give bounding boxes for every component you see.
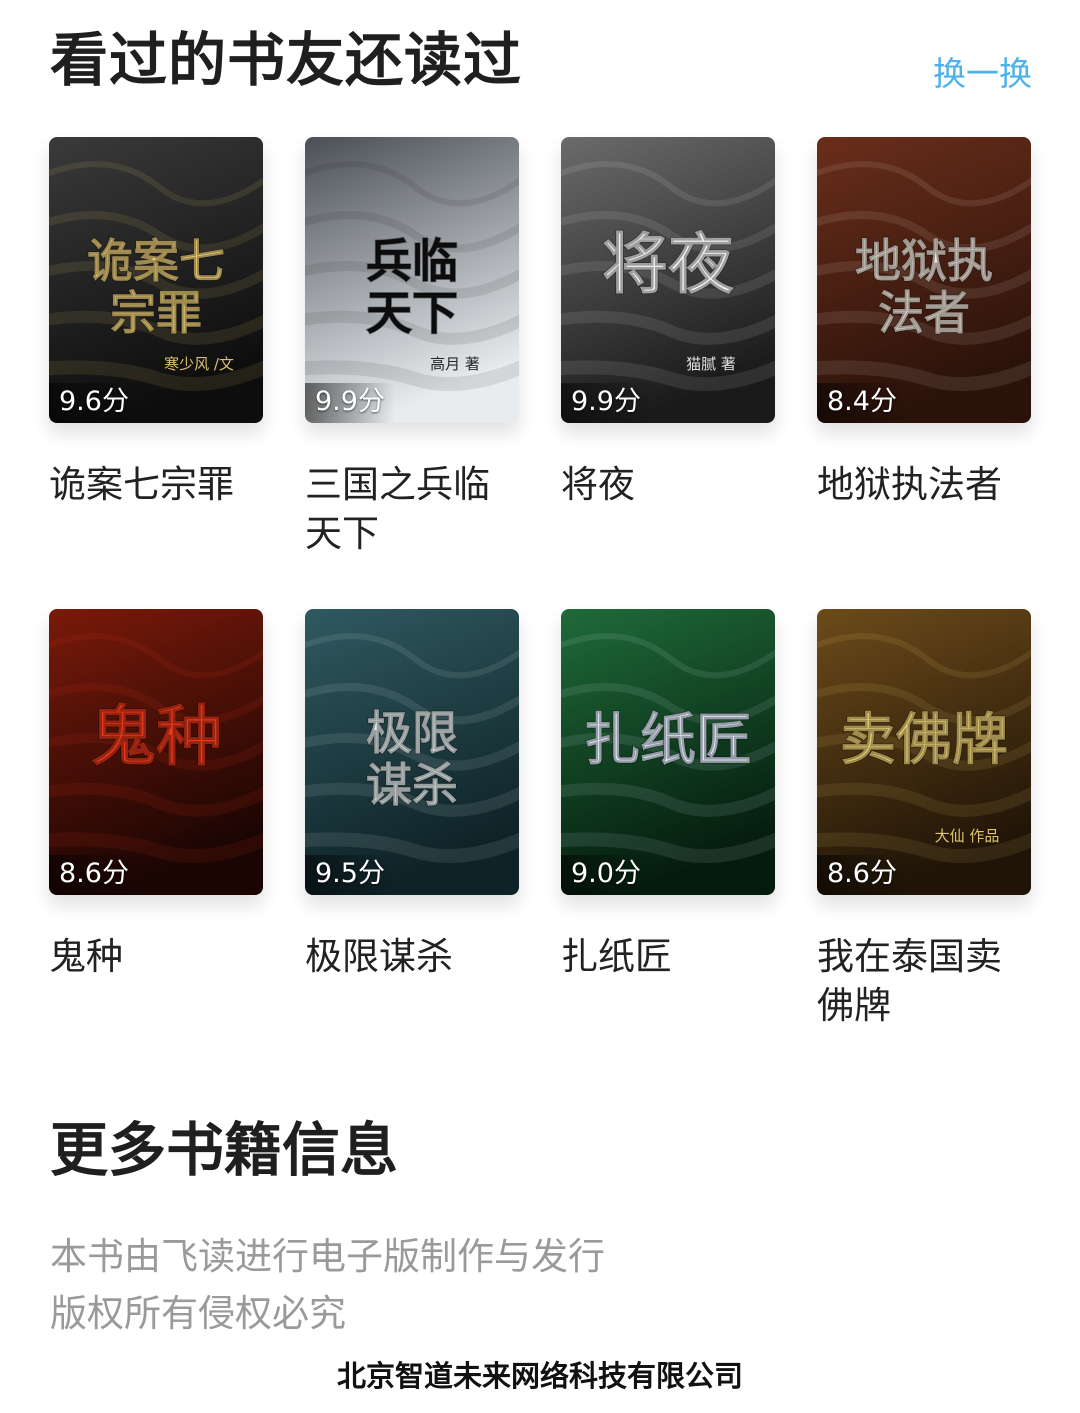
score-badge: 8.6分	[49, 855, 139, 895]
book-title[interactable]: 鬼种	[49, 932, 263, 981]
cover-author-text: 寒少风 /文	[164, 355, 234, 373]
cover-title-text: 将夜	[602, 225, 735, 303]
section-title: 看过的书友还读过	[50, 26, 523, 94]
book-item[interactable]: 扎纸匠 9.0分 扎纸匠	[561, 609, 775, 981]
cover-title-text: 卖佛牌	[840, 707, 1008, 773]
score-badge: 9.5分	[305, 855, 395, 895]
book-title[interactable]: 三国之兵临天下	[305, 460, 519, 558]
cover-title-text: 极限谋杀	[366, 706, 458, 812]
book-title[interactable]: 将夜	[561, 460, 775, 509]
score-badge: 9.9分	[305, 383, 395, 423]
company-name: 北京智道未来网络科技有限公司	[336, 1359, 743, 1393]
copyright-info: 版权所有侵权必究	[50, 1292, 346, 1335]
cover-title-text: 扎纸匠	[584, 707, 752, 773]
book-cover[interactable]: 卖佛牌 大仙 作品 8.6分	[817, 609, 1031, 895]
cover-author-text: 猫腻 著	[686, 355, 736, 373]
score-badge: 8.6分	[817, 855, 907, 895]
book-title[interactable]: 地狱执法者	[817, 460, 1031, 509]
score-badge: 9.0分	[561, 855, 651, 895]
book-cover[interactable]: 诡案七宗罪 寒少风 /文 9.6分	[49, 137, 263, 423]
book-cover-art: 地狱执法者	[817, 137, 1031, 423]
score-badge: 8.4分	[817, 383, 907, 423]
book-item[interactable]: 鬼种 8.6分 鬼种	[49, 609, 263, 981]
more-info-title: 更多书籍信息	[50, 1116, 399, 1184]
book-cover[interactable]: 将夜 猫腻 著 9.9分	[561, 137, 775, 423]
book-cover[interactable]: 地狱执法者 8.4分	[817, 137, 1031, 423]
book-item[interactable]: 将夜 猫腻 著 9.9分 将夜	[561, 137, 775, 509]
book-item[interactable]: 极限谋杀 9.5分 极限谋杀	[305, 609, 519, 981]
book-title[interactable]: 诡案七宗罪	[49, 460, 263, 509]
recommend-section-header: 看过的书友还读过 换一换	[50, 22, 1032, 102]
book-cover[interactable]: 兵临天下 高月 著 9.9分	[305, 137, 519, 423]
book-cover-art: 将夜猫腻 著	[561, 137, 775, 423]
book-cover-art: 极限谋杀	[305, 609, 519, 895]
book-title[interactable]: 极限谋杀	[305, 932, 519, 981]
cover-title-text: 鬼种	[90, 697, 222, 775]
book-title[interactable]: 扎纸匠	[561, 932, 775, 981]
cover-author-text: 大仙 作品	[935, 827, 1000, 845]
book-cover[interactable]: 鬼种 8.6分	[49, 609, 263, 895]
score-badge: 9.9分	[561, 383, 651, 423]
book-item[interactable]: 兵临天下 高月 著 9.9分 三国之兵临天下	[305, 137, 519, 558]
cover-author-text: 高月 著	[430, 355, 480, 373]
score-badge: 9.6分	[49, 383, 139, 423]
book-cover[interactable]: 扎纸匠 9.0分	[561, 609, 775, 895]
refresh-button[interactable]: 换一换	[933, 52, 1032, 96]
cover-title-text: 兵临天下	[366, 234, 458, 340]
book-cover-art: 卖佛牌大仙 作品	[817, 609, 1031, 895]
book-item[interactable]: 地狱执法者 8.4分 地狱执法者	[817, 137, 1031, 509]
book-cover[interactable]: 极限谋杀 9.5分	[305, 609, 519, 895]
book-cover-art: 鬼种	[49, 609, 263, 895]
book-title[interactable]: 我在泰国卖佛牌	[817, 932, 1031, 1030]
book-item[interactable]: 诡案七宗罪 寒少风 /文 9.6分诡案七宗罪	[49, 137, 263, 509]
book-cover-art: 扎纸匠	[561, 609, 775, 895]
book-cover-art: 诡案七宗罪寒少风 /文	[49, 137, 263, 423]
publisher-info: 本书由飞读进行电子版制作与发行	[50, 1235, 605, 1278]
book-item[interactable]: 卖佛牌 大仙 作品 8.6分 我在泰国卖佛牌	[817, 609, 1031, 1030]
book-cover-art: 兵临天下高月 著	[305, 137, 519, 423]
